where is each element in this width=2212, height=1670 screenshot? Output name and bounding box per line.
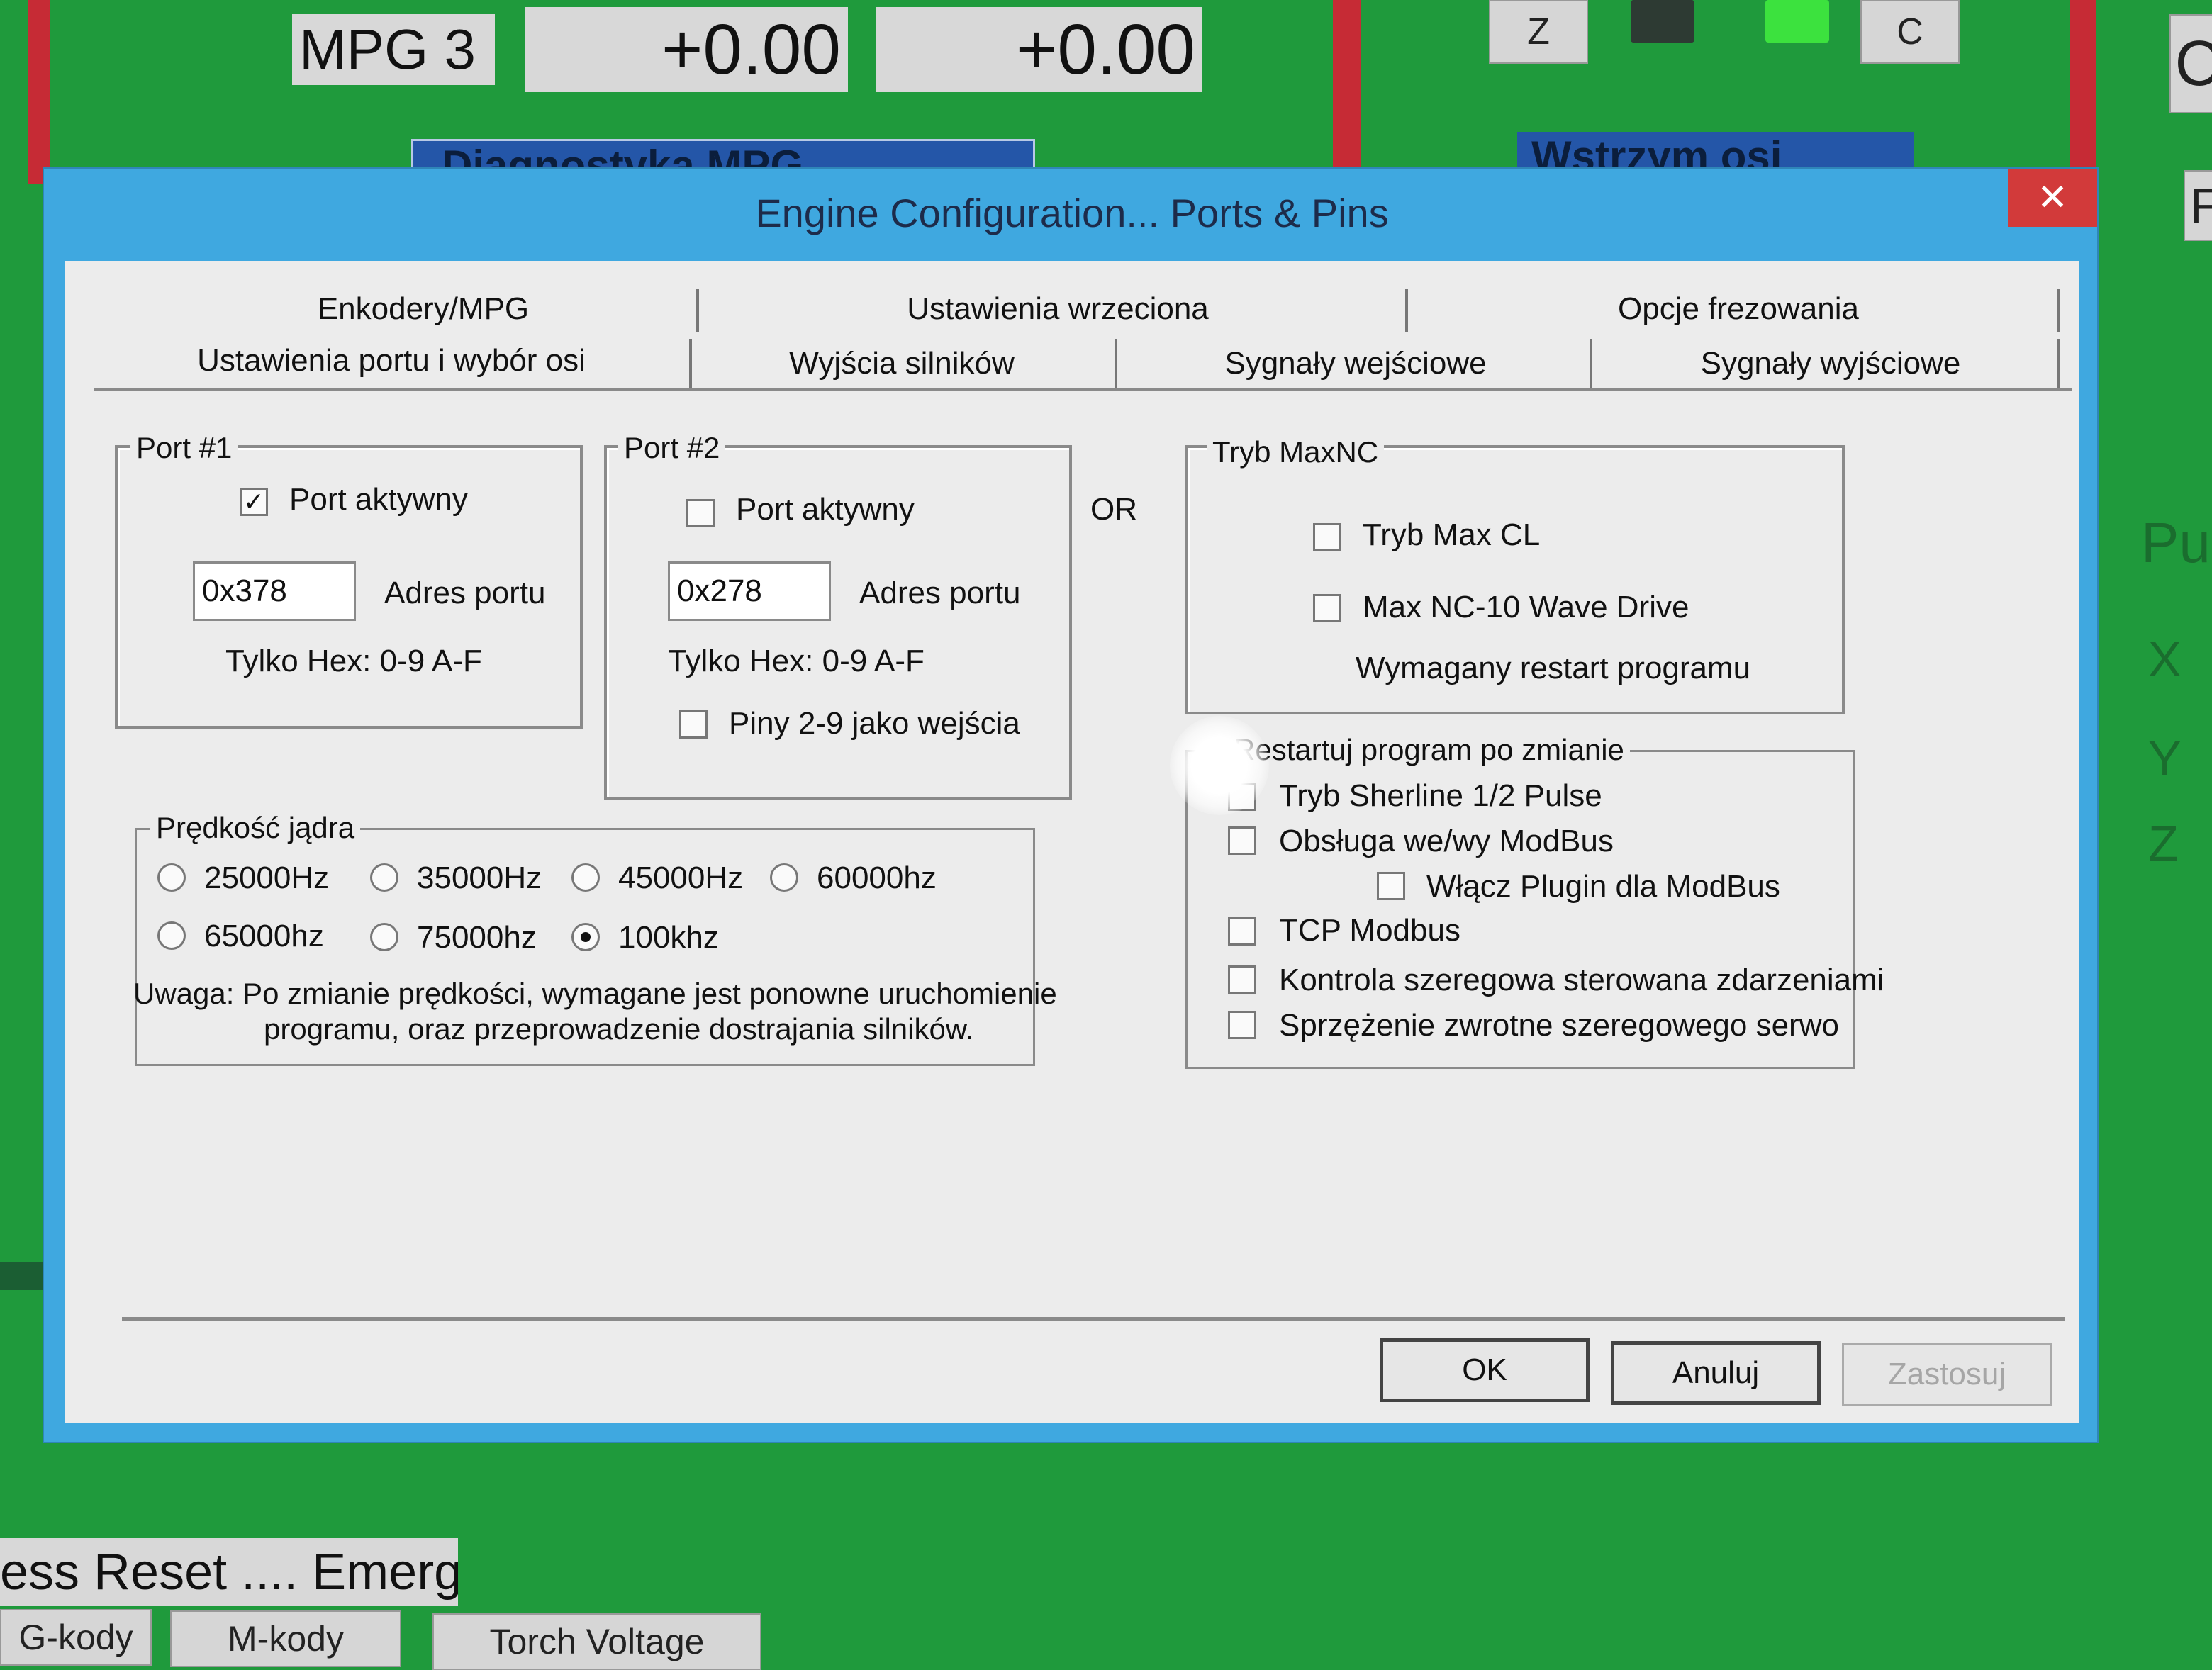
tab-encoders-mpg[interactable]: Enkodery/MPG: [115, 286, 732, 332]
wave-drive-label: Max NC-10 Wave Drive: [1363, 590, 1689, 624]
port1-hex-hint: Tylko Hex: 0-9 A-F: [225, 644, 482, 678]
dro-value-2: +0.00: [876, 7, 1202, 92]
axis-x-label: X: [2148, 632, 2182, 687]
tab-spindle-settings[interactable]: Ustawienia wrzeciona: [703, 286, 1412, 332]
port2-hex-hint: Tylko Hex: 0-9 A-F: [668, 644, 925, 678]
tab-milling-options[interactable]: Opcje frezowania: [1412, 286, 2065, 332]
speed-35000-radio[interactable]: [370, 863, 398, 892]
modbus-io-label: Obsługa we/wy ModBus: [1279, 824, 1614, 858]
apply-button[interactable]: Zastosuj: [1842, 1343, 2052, 1406]
speed-note-line2: programu, oraz przeprowadzenie dostrajan…: [264, 1012, 974, 1046]
servo-feedback-checkbox[interactable]: [1228, 1011, 1256, 1039]
wave-drive-checkbox[interactable]: [1313, 594, 1341, 622]
right-edge-button[interactable]: C: [2169, 14, 2212, 113]
tab-separator: [696, 289, 699, 332]
restart-required-note: Wymagany restart programu: [1356, 651, 1751, 685]
dro-value-1: +0.00: [525, 7, 848, 92]
checkmark-icon: ✓: [242, 487, 265, 516]
modbus-plugin-checkbox[interactable]: [1377, 872, 1405, 900]
port2-active-checkbox[interactable]: [686, 499, 715, 527]
tab-port-setup-axis-selection[interactable]: Ustawienia portu i wybór osi: [94, 336, 689, 386]
button-area-separator: [122, 1317, 2065, 1321]
status-led-off: [1631, 0, 1694, 43]
right-edge-field: F: [2184, 170, 2212, 241]
speed-65000-label: 65000hz: [204, 919, 324, 953]
speed-60000-radio[interactable]: [770, 863, 798, 892]
speed-75000-radio[interactable]: [370, 923, 398, 951]
speed-75000-label: 75000hz: [417, 920, 537, 955]
c-button[interactable]: C: [1860, 0, 1960, 64]
ok-button[interactable]: OK: [1380, 1338, 1590, 1402]
radio-selected-dot: [581, 932, 591, 942]
event-serial-checkbox[interactable]: [1228, 965, 1256, 994]
status-led-on: [1765, 0, 1829, 43]
z-button[interactable]: Z: [1489, 0, 1588, 64]
port2-address-label: Adres portu: [859, 576, 1021, 610]
cancel-button[interactable]: Anuluj: [1611, 1341, 1821, 1405]
speed-45000-radio[interactable]: [571, 863, 600, 892]
port1-active-checkbox[interactable]: ✓: [240, 487, 268, 516]
close-icon: ✕: [2037, 177, 2068, 218]
event-serial-label: Kontrola szeregowa sterowana zdarzeniami: [1279, 963, 1884, 997]
port1-address-label: Adres portu: [384, 576, 546, 610]
sherline-label: Tryb Sherline 1/2 Pulse: [1279, 778, 1602, 813]
tab-g-codes[interactable]: G-kody: [0, 1609, 152, 1666]
speed-65000-radio[interactable]: [157, 921, 186, 950]
tab-input-signals[interactable]: Sygnały wejściowe: [1122, 339, 1590, 388]
axis-z-label: Z: [2148, 816, 2179, 871]
modbus-plugin-label: Włącz Plugin dla ModBus: [1426, 869, 1780, 904]
mpg-label: MPG 3: [292, 14, 495, 85]
max-cl-checkbox[interactable]: [1313, 523, 1341, 551]
tab-panel-border: [94, 388, 2072, 391]
speed-100k-radio[interactable]: [571, 923, 600, 951]
tcp-modbus-checkbox[interactable]: [1228, 917, 1256, 946]
dialog-client-area: Enkodery/MPG Ustawienia wrzeciona Opcje …: [65, 261, 2079, 1423]
speed-25000-radio[interactable]: [157, 863, 186, 892]
close-button[interactable]: ✕: [2008, 169, 2097, 227]
axis-y-label: Y: [2148, 731, 2182, 786]
or-label: OR: [1090, 492, 1137, 527]
tab-separator: [1405, 289, 1408, 332]
speed-25000-label: 25000Hz: [204, 861, 330, 895]
screen-glare: [1170, 716, 1269, 815]
port1-active-label: Port aktywny: [289, 482, 468, 517]
tab-separator: [2057, 339, 2060, 388]
bg-red-frame-left: [28, 0, 50, 184]
port1-address-input[interactable]: 0x378: [193, 561, 356, 621]
options-legend: Restartuj program po zmianie: [1228, 733, 1630, 767]
max-cl-label: Tryb Max CL: [1363, 517, 1541, 552]
dialog-title: Engine Configuration... Ports & Pins: [755, 191, 1389, 235]
tab-m-codes[interactable]: M-kody: [170, 1610, 401, 1667]
port1-legend: Port #1: [130, 431, 238, 465]
port2-legend: Port #2: [618, 431, 726, 465]
port2-pins-inputs-label: Piny 2-9 jako wejścia: [729, 706, 1020, 741]
port2-pins-inputs-checkbox[interactable]: [679, 710, 708, 739]
kernel-speed-legend: Prędkość jądra: [150, 811, 361, 845]
tab-separator: [2057, 289, 2060, 332]
tab-separator: [1115, 339, 1117, 388]
tcp-modbus-label: TCP Modbus: [1279, 913, 1460, 948]
port2-address-input[interactable]: 0x278: [668, 561, 831, 621]
status-line: ess Reset .... Emerg: [0, 1538, 458, 1606]
tab-torch-voltage[interactable]: Torch Voltage: [432, 1613, 761, 1670]
tab-motor-outputs[interactable]: Wyjścia silników: [696, 339, 1107, 388]
bg-red-frame-mid: [1333, 0, 1361, 170]
speed-100k-label: 100khz: [618, 920, 719, 955]
servo-feedback-label: Sprzężenie zwrotne szeregowego serwo: [1279, 1008, 1839, 1043]
speed-45000-label: 45000Hz: [618, 861, 744, 895]
right-pu-label: Pu: [2141, 511, 2211, 574]
tab-separator: [689, 339, 692, 388]
engine-config-dialog: Engine Configuration... Ports & Pins ✕ E…: [43, 167, 2099, 1443]
speed-60000-label: 60000hz: [817, 861, 937, 895]
tab-output-signals[interactable]: Sygnały wyjściowe: [1597, 339, 2065, 388]
modbus-io-checkbox[interactable]: [1228, 826, 1256, 855]
speed-35000-label: 35000Hz: [417, 861, 542, 895]
speed-note-line1: Uwaga: Po zmianie prędkości, wymagane je…: [133, 977, 1057, 1010]
tab-separator: [1590, 339, 1592, 388]
port2-active-label: Port aktywny: [736, 492, 915, 527]
maxnc-legend: Tryb MaxNC: [1207, 435, 1385, 469]
